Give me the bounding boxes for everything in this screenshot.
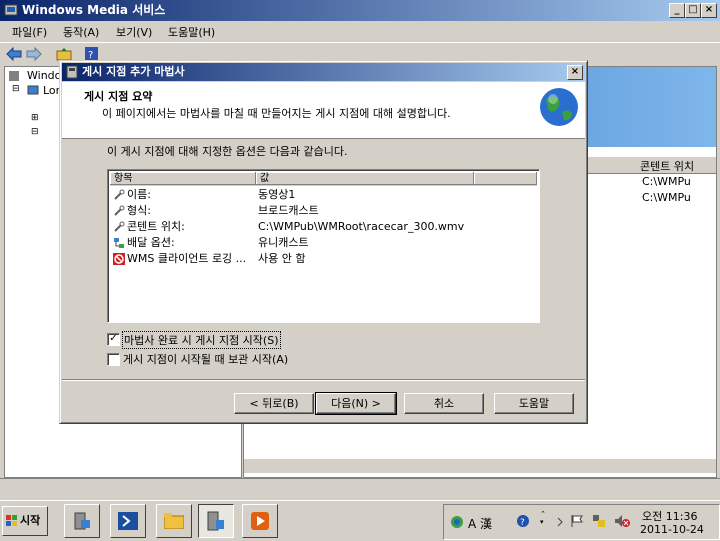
main-window-title: Windows Media 서비스 <box>22 3 166 17</box>
start-on-finish-label[interactable]: 마법사 완료 시 게시 지점 시작(S) <box>122 331 281 349</box>
clock-time[interactable]: 오전 11:36 <box>642 508 697 524</box>
volume-muted-icon[interactable] <box>614 514 630 528</box>
back-button[interactable]: < 뒤로(B) <box>234 393 314 414</box>
close-button[interactable]: × <box>701 3 717 18</box>
dialog-header: 게시 지점 요약 이 페이지에서는 마법사를 마칠 때 만들어지는 게시 지점에… <box>62 82 585 139</box>
item-key: WMS 클라이언트 로깅 ... <box>127 252 247 265</box>
back-arrow-icon[interactable] <box>6 47 22 61</box>
taskbar-explorer[interactable] <box>156 504 192 538</box>
system-tray: A 漢 ? ⌃ ▾ 오전 11:36 2011-10-24 <box>443 504 720 540</box>
item-value: 동영상1 <box>258 188 296 201</box>
list-item[interactable]: 배달 옵션: 유니캐스트 <box>110 235 537 251</box>
up-folder-icon[interactable] <box>56 47 72 61</box>
options-intro: 이 게시 지점에 대해 지정한 옵션은 다음과 같습니다. <box>107 145 348 158</box>
maximize-button[interactable]: □ <box>685 3 701 18</box>
page-subheading: 이 페이지에서는 마법사를 마칠 때 만들어지는 게시 지점에 대해 설명합니다… <box>102 107 451 120</box>
ime-help-icon[interactable]: ? <box>516 514 530 528</box>
start-archive-label[interactable]: 게시 지점이 시작될 때 보관 시작(A) <box>123 351 288 367</box>
server-manager-icon <box>74 512 90 530</box>
svg-text:?: ? <box>520 518 525 528</box>
tray-expand-icon[interactable] <box>556 514 564 530</box>
taskbar-server-manager[interactable] <box>64 504 100 538</box>
item-value: 사용 안 함 <box>258 252 306 265</box>
network-tray-icon[interactable] <box>592 514 606 528</box>
tree-expander-3[interactable]: ⊟ <box>31 127 39 137</box>
taskbar-media-player[interactable] <box>242 504 278 538</box>
list-item[interactable]: 이름: 동영상1 <box>110 187 537 203</box>
windows-logo-icon <box>6 515 17 526</box>
media-player-icon <box>251 512 269 530</box>
menu-view[interactable]: 보기(V) <box>116 24 152 40</box>
wrench-icon <box>114 221 125 232</box>
details-row[interactable]: C:\WMPu <box>642 191 691 204</box>
taskbar: 시작 A 漢 ? ⌃ ▾ 오전 11:36 2011-10-24 <box>0 500 720 541</box>
folder-icon <box>164 513 184 529</box>
list-item[interactable]: 형식: 브로드캐스트 <box>110 203 537 219</box>
clock-date[interactable]: 2011-10-24 <box>640 523 704 536</box>
tree-root-label[interactable]: Windo <box>27 69 61 82</box>
tray-options-icon[interactable]: ⌃ ▾ <box>540 510 546 526</box>
server-icon <box>9 71 19 81</box>
cancel-button[interactable]: 취소 <box>404 393 484 414</box>
page-heading: 게시 지점 요약 <box>84 90 153 103</box>
item-value: C:\WMPub\WMRoot\racecar_300.wmv <box>258 220 465 233</box>
menu-bar: 파일(F) 동작(A) 보기(V) 도움말(H) <box>0 21 720 41</box>
options-list[interactable]: 항목 값 이름: 동영상1 형식: 브로드캐스트 콘텐트 위치: C:\WMPu… <box>107 169 540 323</box>
item-value: 유니캐스트 <box>258 236 309 249</box>
wrench-icon <box>114 205 125 216</box>
horizontal-scrollbar[interactable] <box>244 459 716 473</box>
wrench-icon <box>114 189 125 200</box>
computer-icon <box>27 85 39 95</box>
help-button[interactable]: 도움말 <box>494 393 574 414</box>
language-bar-icon[interactable] <box>450 515 464 529</box>
start-archive-checkbox[interactable] <box>107 353 120 366</box>
menu-action[interactable]: 동작(A) <box>63 24 99 40</box>
tree-server-label[interactable]: Lor <box>43 84 60 97</box>
help-icon[interactable]: ? <box>84 47 100 61</box>
column-spacer <box>474 172 537 185</box>
network-icon <box>114 238 124 248</box>
button-separator <box>62 379 585 381</box>
dialog-title-bar[interactable]: 게시 지점 추가 마법사 × <box>62 63 585 81</box>
menu-help[interactable]: 도움말(H) <box>168 24 215 40</box>
column-value[interactable]: 값 <box>256 172 474 185</box>
app-icon <box>4 4 18 16</box>
item-key: 이름: <box>127 188 151 201</box>
minimize-button[interactable]: _ <box>669 3 685 18</box>
add-publishing-point-wizard: 게시 지점 추가 마법사 × 게시 지점 요약 이 페이지에서는 마법사를 마칠… <box>59 60 588 424</box>
globe-icon <box>540 88 578 126</box>
item-value: 브로드캐스트 <box>258 204 319 217</box>
ime-indicator[interactable]: A 漢 <box>468 515 492 532</box>
list-header: 항목 값 <box>110 172 537 186</box>
disabled-icon <box>113 253 125 265</box>
details-row[interactable]: C:\WMPu <box>642 175 691 188</box>
list-item[interactable]: 콘텐트 위치: C:\WMPub\WMRoot\racecar_300.wmv <box>110 219 537 235</box>
dialog-close-button[interactable]: × <box>567 65 583 80</box>
wizard-icon <box>66 65 78 79</box>
status-bar <box>0 478 720 497</box>
list-item[interactable]: WMS 클라이언트 로깅 ... 사용 안 함 <box>110 251 537 267</box>
item-key: 콘텐트 위치: <box>127 220 185 233</box>
flag-icon[interactable] <box>570 514 584 528</box>
media-services-icon <box>207 511 224 531</box>
tree-expander-2[interactable]: ⊞ <box>31 113 39 123</box>
column-content-location[interactable]: 콘텐트 위치 <box>640 158 694 174</box>
taskbar-powershell[interactable] <box>110 504 146 538</box>
taskbar-windows-media-services[interactable] <box>198 504 234 538</box>
dialog-title: 게시 지점 추가 마법사 <box>82 65 185 78</box>
start-on-finish-checkbox[interactable]: ✓ <box>107 333 120 346</box>
powershell-icon <box>118 512 138 530</box>
column-item[interactable]: 항목 <box>110 172 256 185</box>
next-button[interactable]: 다음(N) > <box>315 392 397 415</box>
menu-file[interactable]: 파일(F) <box>12 24 47 40</box>
item-key: 배달 옵션: <box>127 236 175 249</box>
tree-expander[interactable]: ⊟ <box>12 84 20 94</box>
forward-arrow-icon[interactable] <box>26 47 42 61</box>
start-button[interactable]: 시작 <box>2 506 48 536</box>
start-label: 시작 <box>20 514 41 527</box>
main-title-bar[interactable]: Windows Media 서비스 _ □ × <box>0 0 720 21</box>
item-key: 형식: <box>127 204 151 217</box>
